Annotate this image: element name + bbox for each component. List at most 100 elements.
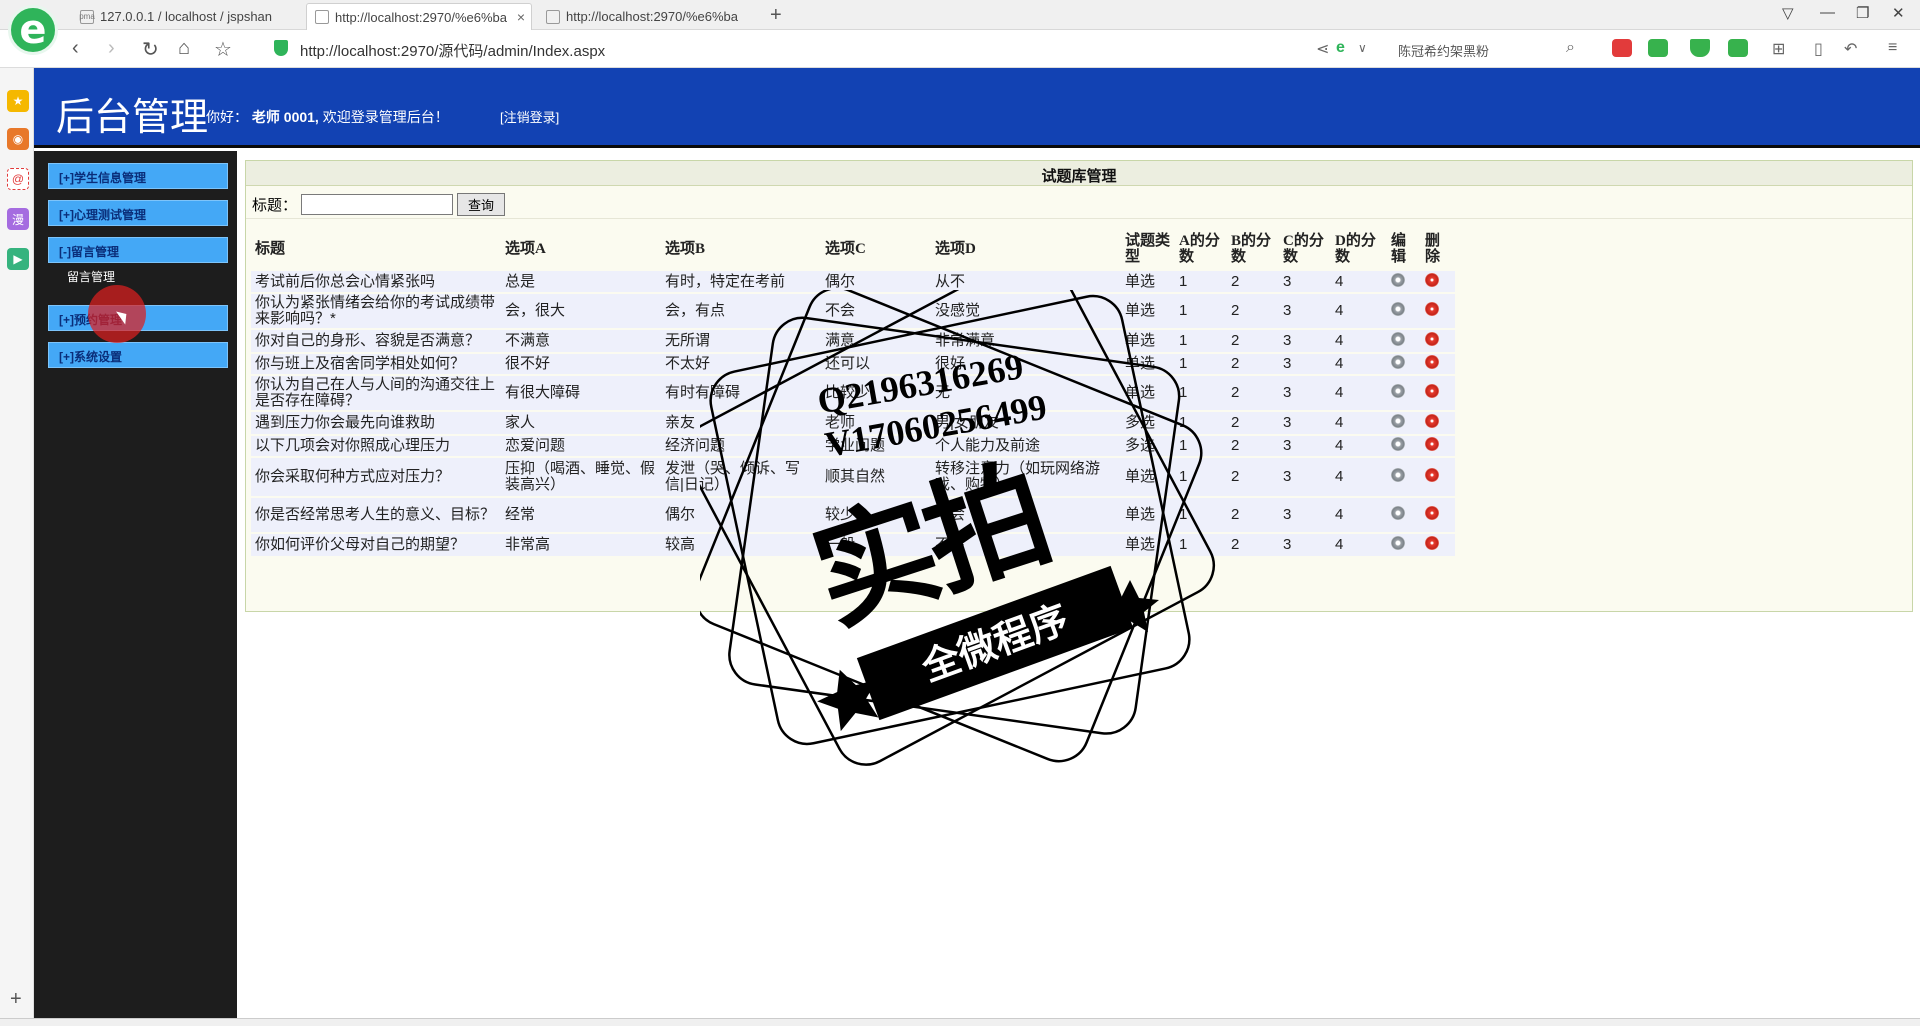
delete-icon[interactable] — [1425, 506, 1439, 520]
weibo-icon[interactable]: ◉ — [7, 128, 29, 150]
apps-grid-icon[interactable]: ⊞ — [1772, 39, 1785, 59]
edit-gear-icon[interactable] — [1391, 437, 1405, 451]
delete-icon[interactable] — [1425, 302, 1439, 316]
cell-type: 单选 — [1121, 497, 1175, 534]
submenu-messages[interactable]: 留言管理 — [67, 268, 115, 285]
delete-icon[interactable] — [1425, 468, 1439, 482]
restore-icon[interactable]: ❐ — [1856, 4, 1869, 22]
engine-icon[interactable]: e — [1336, 39, 1345, 57]
minimize-icon[interactable]: — — [1820, 4, 1835, 21]
browser-logo-icon[interactable]: e — [8, 5, 58, 55]
menu-system-settings[interactable]: [+]系统设置 — [48, 342, 228, 368]
table-row: 你对自己的身形、容貌是否满意？ 不满意 无所谓 满意 非常满意 单选 1 2 3 4 — [251, 329, 1455, 354]
cell-delete — [1421, 353, 1455, 376]
new-tab-icon[interactable]: + — [770, 4, 782, 27]
cell-type: 单选 — [1121, 353, 1175, 376]
mail-icon[interactable]: @ — [7, 168, 29, 190]
user-name: 老师 0001, — [251, 109, 319, 125]
col-score-a: A的分数 — [1179, 233, 1220, 265]
menu-psych-test[interactable]: [+]心理测试管理 — [48, 200, 228, 226]
menu-student-info[interactable]: [+]学生信息管理 — [48, 163, 228, 189]
cell-type: 多选 — [1121, 435, 1175, 458]
shirt-icon[interactable]: ▽ — [1782, 4, 1794, 22]
delete-icon[interactable] — [1425, 437, 1439, 451]
edit-gear-icon[interactable] — [1391, 414, 1405, 428]
logout-link[interactable]: [注销登录] — [500, 107, 559, 126]
cell-option-d: 从不 — [931, 271, 1121, 294]
search-icon[interactable]: ⌕ — [1566, 39, 1575, 57]
table-row: 考试前后你总会心情紧张吗 总是 有时，特定在考前 偶尔 从不 单选 1 2 3 4 — [251, 271, 1455, 294]
cell-option-a: 会，很大 — [501, 293, 661, 330]
edit-gear-icon[interactable] — [1391, 272, 1405, 287]
gamepad-icon[interactable] — [1728, 39, 1748, 57]
close-tab-icon[interactable]: × — [517, 9, 525, 25]
add-icon[interactable]: + — [10, 988, 22, 1011]
cell-score-b: 2 — [1227, 353, 1279, 376]
cell-title: 考试前后你总会心情紧张吗 — [251, 271, 501, 294]
cell-edit — [1387, 497, 1421, 534]
title-search-input[interactable] — [301, 194, 454, 215]
tab-title: http://localhost:2970/%e6%ba — [566, 9, 739, 24]
cell-option-a: 很不好 — [501, 353, 661, 376]
cell-score-b: 2 — [1227, 329, 1279, 354]
cell-edit — [1387, 293, 1421, 330]
cell-option-c: 偶尔 — [821, 271, 931, 294]
video-icon[interactable]: ▶ — [7, 248, 29, 270]
edit-gear-icon[interactable] — [1391, 332, 1405, 346]
question-bank-panel: 试题库管理 标题： 查询 标题 选项A 选项B 选项C 选项D 试题类型 A的分… — [245, 160, 1913, 612]
greeting-prefix: 你好： — [206, 109, 248, 125]
menu-icon[interactable]: ≡ — [1888, 39, 1897, 57]
undo-icon[interactable]: ↶ — [1844, 39, 1857, 59]
close-window-icon[interactable]: ✕ — [1892, 4, 1905, 22]
forward-icon[interactable]: › — [108, 37, 115, 60]
delete-icon[interactable] — [1425, 272, 1439, 287]
edit-gear-icon[interactable] — [1391, 468, 1405, 482]
cell-title: 遇到压力你会最先向谁救助 — [251, 411, 501, 436]
delete-icon[interactable] — [1425, 332, 1439, 346]
menu-messages[interactable]: [-]留言管理 — [48, 237, 228, 263]
chevron-down-icon[interactable]: ∨ — [1358, 41, 1367, 55]
address-bar[interactable]: http://localhost:2970/源代码/admin/Index.as… — [300, 40, 605, 61]
delete-icon[interactable] — [1425, 414, 1439, 428]
cell-delete — [1421, 271, 1455, 294]
cell-title: 你与班上及宿舍同学相处如何？ — [251, 353, 501, 376]
cell-edit — [1387, 271, 1421, 294]
browser-tab-phpmyadmin[interactable]: pma 127.0.0.1 / localhost / jspshan — [72, 3, 304, 30]
browser-tab-active[interactable]: http://localhost:2970/%e6%ba × — [306, 3, 532, 30]
cell-delete — [1421, 293, 1455, 330]
home-icon[interactable]: ⌂ — [178, 37, 190, 60]
browser-tab-third[interactable]: http://localhost:2970/%e6%ba — [538, 3, 762, 30]
edit-gear-icon[interactable] — [1391, 506, 1405, 520]
scissors-icon[interactable] — [1612, 39, 1632, 57]
bookmark-icon[interactable]: ▯ — [1814, 39, 1823, 59]
cell-type: 单选 — [1121, 533, 1175, 558]
tab-title: 127.0.0.1 / localhost / jspshan — [100, 9, 273, 24]
cell-edit — [1387, 457, 1421, 498]
cell-option-a: 恋爱问题 — [501, 435, 661, 458]
edit-gear-icon[interactable] — [1391, 355, 1405, 369]
edit-gear-icon[interactable] — [1391, 384, 1405, 398]
refresh-icon[interactable]: ↻ — [142, 37, 159, 62]
delete-icon[interactable] — [1425, 355, 1439, 369]
delete-icon[interactable] — [1425, 384, 1439, 398]
query-button[interactable]: 查询 — [457, 193, 506, 216]
edit-gear-icon[interactable] — [1391, 536, 1405, 550]
search-input[interactable]: 陈冠希约架黑粉 — [1390, 36, 1590, 62]
comic-icon[interactable]: 漫 — [7, 208, 29, 230]
cell-option-c: 不会 — [821, 293, 931, 330]
cell-score-a: 1 — [1175, 497, 1227, 534]
favorite-star-icon[interactable]: ☆ — [214, 37, 232, 62]
delete-icon[interactable] — [1425, 536, 1439, 550]
cell-option-c: 满意 — [821, 329, 931, 354]
favorites-star-icon[interactable]: ★ — [7, 90, 29, 112]
cell-score-a: 1 — [1175, 293, 1227, 330]
cell-score-b: 2 — [1227, 271, 1279, 294]
cell-option-d: 没感觉 — [931, 293, 1121, 330]
extension-plus-icon[interactable] — [1648, 39, 1668, 57]
edit-gear-icon[interactable] — [1391, 302, 1405, 316]
cell-score-c: 3 — [1279, 497, 1331, 534]
cell-option-a: 经常 — [501, 497, 661, 534]
shield-icon[interactable] — [1690, 39, 1710, 57]
back-icon[interactable]: ‹ — [72, 37, 79, 60]
share-icon[interactable]: ⋖ — [1316, 39, 1329, 59]
